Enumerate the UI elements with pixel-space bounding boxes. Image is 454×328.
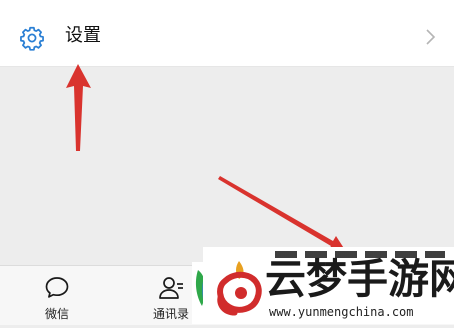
chat-bubble-icon bbox=[45, 277, 69, 298]
tab-wechat[interactable]: 微信 bbox=[22, 266, 92, 325]
contacts-icon bbox=[159, 277, 183, 299]
watermark-logo-icon bbox=[217, 261, 262, 316]
watermark: 云梦手游网 www.yunmengchina.com bbox=[203, 247, 454, 324]
tab-wechat-label: 微信 bbox=[44, 307, 69, 321]
gear-icon bbox=[20, 26, 44, 51]
annotation-arrow-diagonal bbox=[218, 176, 347, 253]
watermark-url: www.yunmengchina.com bbox=[269, 305, 414, 319]
annotation-arrow-up bbox=[66, 64, 91, 151]
settings-row[interactable]: 设置 bbox=[0, 6, 454, 67]
chevron-right-icon bbox=[426, 29, 436, 45]
settings-label: 设置 bbox=[65, 25, 101, 46]
watermark-title: 云梦手游网 bbox=[265, 255, 454, 303]
